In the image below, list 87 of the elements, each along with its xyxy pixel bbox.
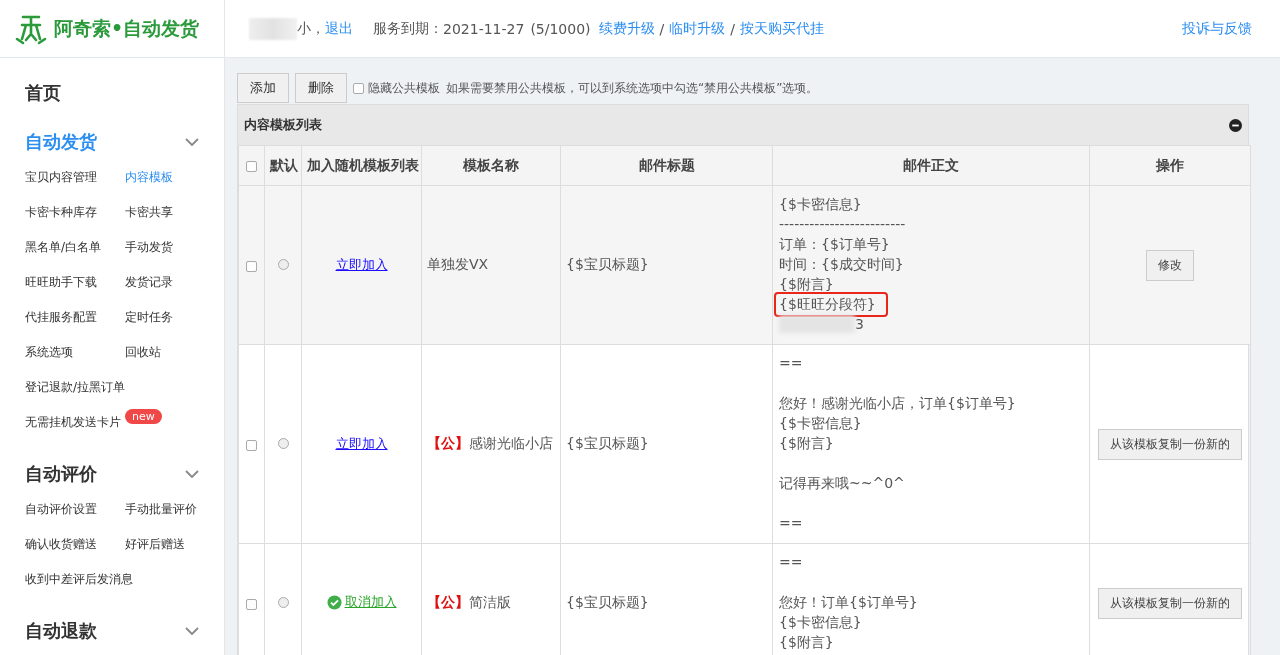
logout-link[interactable]: 退出 — [325, 19, 353, 38]
sidebar-item[interactable]: 定时任务 — [125, 309, 173, 326]
template-name: 【公】感谢光临小店 — [427, 435, 553, 451]
join-link[interactable]: 立即加入 — [335, 436, 388, 451]
sidebar-item[interactable]: 手动批量评价 — [125, 501, 197, 518]
toolbar-button[interactable]: 添加 — [237, 73, 289, 103]
sidebar-section-title[interactable]: 自动退款 — [25, 619, 97, 643]
column-header: 默认 — [270, 156, 298, 173]
chevron-down-icon[interactable] — [185, 626, 199, 636]
mail-subject: {$宝贝标题} — [566, 435, 649, 451]
sidebar-section-title[interactable]: 自动评价 — [25, 462, 97, 486]
body-line: {$附言} — [779, 276, 834, 292]
toolbar-button[interactable]: 删除 — [295, 73, 347, 103]
body-line: == — [779, 355, 803, 371]
sidebar-item[interactable]: 自动评价设置 — [25, 501, 97, 518]
checkbox[interactable] — [246, 161, 257, 172]
body-line: 记得再来哦~~^0^ — [779, 475, 905, 491]
radio-button[interactable] — [277, 597, 289, 608]
sidebar-item[interactable]: 收到中差评后发消息 — [25, 571, 133, 588]
body-line: {$卡密信息} — [779, 614, 862, 630]
sidebar-item[interactable]: 卡密共享 — [125, 204, 173, 221]
quota-text: (5/1000) — [530, 20, 591, 37]
mail-subject: {$宝贝标题} — [566, 256, 649, 272]
column-header: 模板名称 — [463, 156, 519, 173]
sidebar-item[interactable]: 手动发货 — [125, 239, 173, 256]
sidebar-item[interactable]: 旺旺助手下载 — [25, 274, 97, 291]
sidebar-section-title[interactable]: 首页 — [25, 81, 61, 105]
sidebar-item[interactable]: 代挂服务配置 — [25, 309, 97, 326]
sidebar-item[interactable]: 内容模板 — [125, 169, 173, 186]
checkbox[interactable] — [353, 82, 364, 94]
copy-template-button[interactable]: 从该模板复制一份新的 — [1098, 428, 1242, 460]
radio-button[interactable] — [277, 259, 289, 270]
chevron-down-icon[interactable] — [185, 469, 199, 479]
body-line: {$卡密信息} — [779, 415, 862, 431]
checkbox[interactable] — [246, 260, 257, 272]
sidebar-item[interactable]: 系统选项 — [25, 344, 73, 361]
link-separator: / — [730, 20, 735, 37]
sidebar-item[interactable]: 登记退款/拉黑订单 — [25, 379, 126, 396]
user-name: 小， — [297, 19, 325, 38]
sidebar-item[interactable]: 回收站 — [125, 344, 161, 361]
checkbox[interactable] — [246, 598, 257, 610]
radio-button[interactable] — [277, 438, 289, 449]
mail-subject: {$宝贝标题} — [566, 594, 649, 610]
hint-text: 如果需要禁用公共模板，可以到系统选项中勾选“禁用公共模板”选项。 — [446, 79, 819, 97]
sidebar-item[interactable]: 宝贝内容管理 — [25, 169, 97, 186]
copy-template-button[interactable]: 从该模板复制一份新的 — [1098, 587, 1242, 619]
body-line: == — [779, 515, 803, 531]
column-header: 加入随机模板列表 — [307, 156, 419, 173]
body-line: 3 — [855, 315, 864, 334]
blurred-username — [249, 17, 297, 40]
feedback-link[interactable]: 投诉与反馈 — [1182, 19, 1252, 38]
body-line: 订单：{$订单号} — [779, 236, 890, 252]
body-line: {$附言} — [779, 435, 834, 451]
body-line: 时间：{$成交时间} — [779, 256, 904, 272]
sidebar-item[interactable]: 发货记录 — [125, 274, 173, 291]
sidebar-item[interactable]: 确认收货赠送 — [25, 536, 97, 553]
service-label: 服务到期： — [373, 19, 443, 38]
new-badge: new — [125, 409, 162, 424]
header-link[interactable]: 临时升级 — [669, 19, 726, 38]
body-line: ------------------------- — [779, 216, 906, 232]
checkbox-label: 隐藏公共模板 — [368, 79, 440, 97]
body-line: 您好！感谢光临小店，订单{$订单号} — [779, 395, 1016, 411]
panel-title: 内容模板列表 — [244, 116, 322, 134]
check-circle-icon — [326, 594, 342, 610]
body-line: {$卡密信息} — [779, 196, 862, 212]
body-line: {$附言} — [779, 634, 834, 650]
column-header: 操作 — [1156, 156, 1184, 173]
column-header: 邮件正文 — [903, 156, 959, 173]
chevron-down-icon[interactable] — [185, 137, 199, 147]
expiry-date: 2021-11-27 — [443, 20, 525, 37]
header-link[interactable]: 按天购买代挂 — [740, 19, 824, 38]
body-line: 您好！订单{$订单号} — [779, 594, 918, 610]
join-link[interactable]: 立即加入 — [335, 257, 388, 272]
header-link[interactable]: 续费升级 — [598, 19, 655, 38]
edit-button[interactable]: 修改 — [1146, 249, 1194, 281]
checkbox[interactable] — [246, 439, 257, 451]
collapse-icon[interactable] — [1229, 118, 1242, 132]
logo-text: 阿奇索•自动发货 — [54, 15, 200, 41]
sidebar-item[interactable]: 无需挂机发送卡片 — [25, 414, 121, 431]
template-name: 【公】简洁版 — [427, 594, 511, 610]
body-line: == — [779, 554, 803, 570]
sidebar-item[interactable]: 黑名单/白名单 — [25, 239, 102, 256]
column-header: 邮件标题 — [638, 156, 695, 173]
sidebar-item[interactable]: 卡密卡种库存 — [25, 204, 97, 221]
sidebar-item[interactable]: 好评后赠送 — [125, 536, 185, 553]
template-name: 单独发VX — [427, 256, 489, 272]
link-separator: / — [659, 20, 665, 37]
